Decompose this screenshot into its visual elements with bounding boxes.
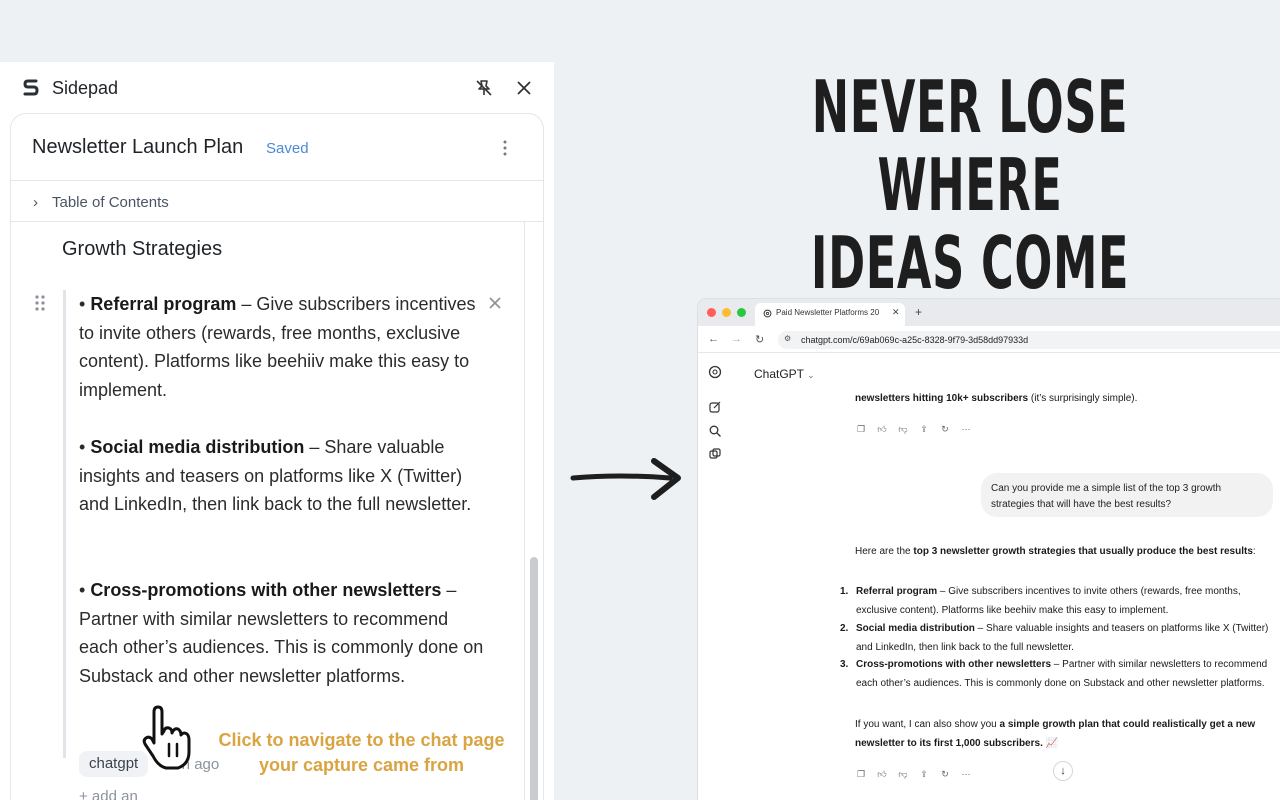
browser-window: Paid Newsletter Platforms 20 ✕ + ← → ↻ ⚙… (698, 299, 1280, 800)
search-icon[interactable] (708, 424, 722, 438)
pointer-hand-icon (142, 705, 191, 770)
arrow-down-icon: ↓ (1060, 765, 1066, 777)
document-title[interactable]: Newsletter Launch Plan (32, 136, 243, 159)
message-actions: ❐ 👍︎ 👎︎ ⇪ ↻ ⋯ (855, 764, 981, 779)
more-icon[interactable]: ⋯ (960, 424, 972, 435)
chatgpt-logo-icon (763, 309, 772, 318)
more-options-icon[interactable] (500, 137, 510, 159)
list-number: 2. (840, 623, 849, 634)
item-title: Referral program (90, 294, 237, 314)
copy-icon[interactable]: ❐ (855, 424, 867, 435)
url-text: chatgpt.com/c/69ab069c-a25c-8328-9f79-3d… (801, 335, 1029, 345)
new-tab-icon[interactable]: + (915, 305, 922, 319)
regenerate-icon[interactable]: ↻ (939, 769, 951, 780)
document-card: Newsletter Launch Plan Saved › Table of … (10, 113, 544, 800)
text: If you want, I can also show you (855, 719, 1000, 730)
model-name: ChatGPT (754, 367, 804, 381)
headline-line: NEVER LOSE WHERE (811, 65, 1129, 227)
drag-handle-icon[interactable] (34, 294, 46, 312)
bold-text: top 3 newsletter growth strategies that … (913, 546, 1253, 557)
site-settings-icon[interactable]: ⚙ (784, 334, 791, 343)
minimize-window-button[interactable] (722, 308, 731, 317)
bullet: • (79, 437, 91, 457)
tab-close-icon[interactable]: ✕ (892, 307, 900, 318)
remove-capture-icon[interactable] (488, 296, 502, 310)
divider (11, 221, 543, 222)
copy-icon[interactable]: ❐ (855, 769, 867, 780)
capture-item: • Cross-promotions with other newsletter… (79, 576, 489, 690)
arrow-right-icon (570, 458, 681, 500)
bold-text: Referral program (856, 586, 938, 597)
chart-emoji: 📈 (1042, 737, 1059, 749)
bullet: • (79, 294, 91, 314)
reload-icon[interactable]: ↻ (755, 333, 764, 346)
list-item: 1. Referral program – Give subscribers in… (840, 583, 1276, 620)
divider (11, 180, 543, 181)
close-icon[interactable] (515, 79, 533, 97)
share-icon[interactable]: ⇪ (918, 424, 930, 435)
text: Here are the (855, 546, 914, 557)
browser-tab[interactable]: Paid Newsletter Platforms 20 ✕ (755, 303, 905, 326)
forward-icon[interactable]: → (731, 333, 742, 345)
thumbs-down-icon[interactable]: 👎︎ (897, 424, 909, 435)
save-status: Saved (266, 140, 309, 157)
assistant-message-tail: newsletters hitting 10k+ subscribers (it… (855, 390, 1275, 409)
callout-line: Click to navigate to the chat page (218, 730, 505, 750)
table-of-contents-toggle[interactable]: Table of Contents (52, 194, 169, 211)
scroll-down-button[interactable]: ↓ (1053, 761, 1073, 781)
list-number: 3. (840, 659, 849, 670)
assistant-closing: If you want, I can also show you a simpl… (855, 716, 1275, 753)
bullet: • (79, 580, 91, 600)
sidepad-logo-icon (23, 79, 39, 96)
address-bar: ← → ↻ ⚙ chatgpt.com/c/69ab069c-a25c-8328… (698, 326, 1280, 353)
tab-bar: Paid Newsletter Platforms 20 ✕ + (698, 299, 1280, 326)
list-number: 1. (840, 586, 849, 597)
app-title: Sidepad (52, 78, 119, 98)
thumbs-up-icon[interactable]: 👍︎ (876, 424, 888, 435)
add-note-link[interactable]: + add an (79, 788, 138, 800)
new-chat-icon[interactable] (708, 400, 722, 414)
scrollbar-thumb[interactable] (530, 557, 538, 800)
maximize-window-button[interactable] (737, 308, 746, 317)
list-item: 2. Social media distribution – Share valu… (840, 620, 1276, 657)
capture-item: • Social media distribution – Share valu… (79, 433, 489, 519)
bold-text: newsletters hitting 10k+ subscribers (855, 393, 1029, 404)
regenerate-icon[interactable]: ↻ (939, 424, 951, 435)
bold-text: Cross-promotions with other newsletters (856, 659, 1052, 670)
section-heading: Growth Strategies (62, 238, 223, 260)
more-icon[interactable]: ⋯ (960, 769, 972, 780)
bold-text: Social media distribution (856, 623, 975, 634)
sidepad-header: Sidepad (0, 62, 554, 114)
capture-quote-bar (63, 290, 66, 758)
thumbs-down-icon[interactable]: 👎︎ (897, 769, 909, 780)
chevron-right-icon[interactable]: › (33, 194, 38, 211)
callout-line: your capture came from (258, 755, 465, 775)
user-message: Can you provide me a simple list of the … (981, 473, 1273, 517)
list-item: 3. Cross-promotions with other newsletter… (840, 656, 1276, 693)
text: (it’s surprisingly simple). (1028, 393, 1138, 404)
callout-text: Click to navigate to the chat page your … (214, 728, 509, 778)
tab-title: Paid Newsletter Platforms 20 (776, 308, 880, 317)
unpin-icon[interactable] (474, 78, 494, 98)
close-window-button[interactable] (707, 308, 716, 317)
assistant-intro: Here are the top 3 newsletter growth str… (855, 543, 1275, 562)
thumbs-up-icon[interactable]: 👍︎ (876, 769, 888, 780)
share-icon[interactable]: ⇪ (918, 769, 930, 780)
back-icon[interactable]: ← (708, 333, 719, 345)
url-field[interactable]: ⚙ chatgpt.com/c/69ab069c-a25c-8328-9f79-… (778, 331, 1280, 349)
sidepad-panel: Sidepad Newsletter Launch Plan Saved › T… (0, 62, 554, 800)
item-title: Cross-promotions with other newsletters (90, 580, 442, 600)
source-chip[interactable]: chatgpt (79, 751, 149, 777)
chatgpt-logo-icon[interactable] (708, 365, 722, 379)
capture-item: • Referral program – Give subscribers in… (79, 290, 489, 404)
model-selector[interactable]: ChatGPT ⌄ (754, 367, 815, 381)
chevron-down-icon: ⌄ (807, 370, 815, 380)
text: : (1252, 546, 1256, 557)
scroll-track (524, 222, 525, 800)
message-actions: ❐ 👍︎ 👎︎ ⇪ ↻ ⋯ (855, 419, 981, 434)
library-icon[interactable] (708, 447, 722, 461)
item-title: Social media distribution (90, 437, 305, 457)
